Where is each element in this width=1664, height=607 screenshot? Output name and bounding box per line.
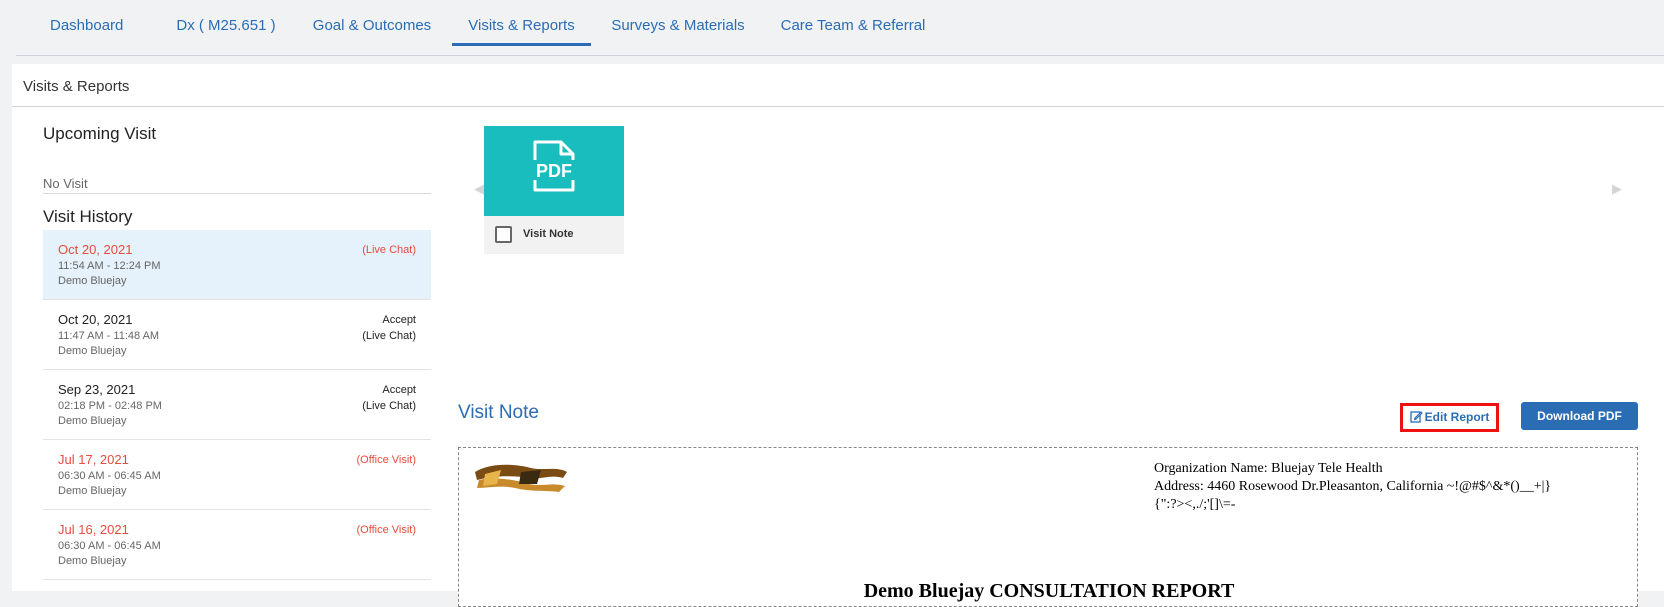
tab-visits-reports[interactable]: Visits & Reports xyxy=(452,0,591,44)
visit-doctor: Demo Bluejay xyxy=(58,485,127,497)
visit-status: (Office Visit) xyxy=(357,452,417,468)
organization-name: Organization Name: Bluejay Tele Health xyxy=(1154,461,1383,476)
tab-care-team-referral[interactable]: Care Team & Referral xyxy=(778,0,928,44)
visit-status: (Office Visit) xyxy=(357,522,417,538)
document-label: Visit Note xyxy=(523,228,574,240)
visit-doctor: Demo Bluejay xyxy=(58,555,127,567)
visit-time: 11:54 AM - 12:24 PM xyxy=(58,260,161,272)
no-visit-text: No Visit xyxy=(43,176,88,191)
visit-history-item[interactable]: Oct 20, 2021 11:47 AM - 11:48 AM Demo Bl… xyxy=(43,300,431,370)
visit-type: (Office Visit) xyxy=(356,454,417,466)
panel-header: Visits & Reports xyxy=(12,64,1664,107)
document-tile[interactable]: PDF Visit Note xyxy=(484,126,624,254)
organization-address-continued: {":?><,./;'[]\=- xyxy=(1154,497,1236,512)
pdf-icon: PDF xyxy=(531,140,577,192)
tab-surveys-materials[interactable]: Surveys & Materials xyxy=(608,0,748,44)
tab-divider xyxy=(16,55,1664,56)
visit-time: 06:30 AM - 06:45 AM xyxy=(58,540,161,552)
panel-title: Visits & Reports xyxy=(23,78,130,95)
visit-status: (Live Chat) xyxy=(362,242,416,258)
visit-time: 06:30 AM - 06:45 AM xyxy=(58,470,161,482)
edit-report-label: Edit Report xyxy=(1424,410,1490,424)
carousel-next-arrow-icon[interactable]: ▶ xyxy=(1612,181,1622,197)
visit-doctor: Demo Bluejay xyxy=(58,345,127,357)
visit-date: Jul 16, 2021 xyxy=(58,522,129,537)
visit-history-item[interactable]: Oct 20, 2021 11:54 AM - 12:24 PM Demo Bl… xyxy=(43,230,431,300)
tab-bar: Dashboard Dx ( M25.651 ) Goal & Outcomes… xyxy=(0,0,1664,56)
visit-date: Sep 23, 2021 xyxy=(58,382,136,397)
visit-doctor: Demo Bluejay xyxy=(58,415,127,427)
visit-history-item[interactable]: Jul 17, 2021 06:30 AM - 06:45 AM Demo Bl… xyxy=(43,440,431,510)
tab-dx[interactable]: Dx ( M25.651 ) xyxy=(170,0,282,44)
tab-dashboard[interactable]: Dashboard xyxy=(50,0,123,44)
visit-type: (Live Chat) xyxy=(362,400,416,412)
upcoming-visit-heading: Upcoming Visit xyxy=(43,124,157,143)
document-thumbnail[interactable]: PDF xyxy=(484,126,624,216)
visits-reports-panel: Visits & Reports Upcoming Visit No Visit… xyxy=(12,64,1664,607)
organization-info: Organization Name: Bluejay Tele Health A… xyxy=(1154,460,1551,514)
visit-date: Oct 20, 2021 xyxy=(58,312,133,327)
visit-time: 02:18 PM - 02:48 PM xyxy=(58,400,162,412)
section-divider xyxy=(43,193,431,194)
visit-history-item[interactable]: Jul 16, 2021 06:30 AM - 06:45 AM Demo Bl… xyxy=(43,510,431,580)
document-select-checkbox[interactable] xyxy=(495,226,512,243)
visit-status: Accept (Live Chat) xyxy=(362,312,416,344)
organization-logo xyxy=(475,464,567,492)
visit-history-heading: Visit History xyxy=(43,207,133,226)
active-tab-indicator xyxy=(452,43,591,46)
carousel-prev-arrow-icon[interactable]: ◀ xyxy=(474,181,484,197)
visit-status-line1: Accept xyxy=(382,314,416,326)
visit-type: (Office Visit) xyxy=(356,524,417,536)
report-preview: Organization Name: Bluejay Tele Health A… xyxy=(458,447,1638,607)
visit-status: Accept (Live Chat) xyxy=(362,382,416,414)
visit-type: (Live Chat) xyxy=(362,330,416,342)
visit-note-heading: Visit Note xyxy=(458,402,539,423)
visit-date: Jul 17, 2021 xyxy=(58,452,129,467)
edit-report-button[interactable]: Edit Report xyxy=(1400,403,1499,432)
visit-doctor: Demo Bluejay xyxy=(58,275,127,287)
visit-status-line1: Accept xyxy=(382,384,416,396)
download-pdf-button[interactable]: Download PDF xyxy=(1521,402,1638,430)
edit-icon xyxy=(1410,411,1423,423)
visit-history-item[interactable]: Sep 23, 2021 02:18 PM - 02:48 PM Demo Bl… xyxy=(43,370,431,440)
organization-address: Address: 4460 Rosewood Dr.Pleasanton, Ca… xyxy=(1154,479,1552,494)
report-title: Demo Bluejay CONSULTATION REPORT xyxy=(863,580,1235,602)
visit-time: 11:47 AM - 11:48 AM xyxy=(58,330,160,342)
visit-history-list: Oct 20, 2021 11:54 AM - 12:24 PM Demo Bl… xyxy=(43,230,431,580)
svg-text:PDF: PDF xyxy=(536,161,572,181)
visit-type: (Live Chat) xyxy=(362,244,416,256)
tab-goal-outcomes[interactable]: Goal & Outcomes xyxy=(312,0,432,44)
visit-date: Oct 20, 2021 xyxy=(58,242,133,257)
